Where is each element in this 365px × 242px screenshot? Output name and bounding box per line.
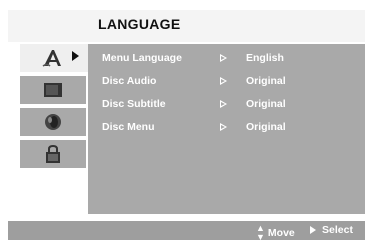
select-label: Select [322,224,353,236]
setting-value: Original [246,98,286,110]
footer-bar: ▲ ▼ Move Select [8,221,365,242]
active-tab-pointer-icon [72,51,79,61]
setting-value: Original [246,75,286,87]
arrow-right-icon [220,100,227,108]
tab-lock[interactable] [20,140,86,168]
arrow-right-icon [220,54,227,62]
settings-panel: Menu Language English Disc Audio Origina… [88,44,365,214]
page-title: LANGUAGE [98,16,181,32]
osd-screen: LANGUAGE Menu Language English Disc Audi… [6,6,365,242]
setting-row-disc-menu[interactable]: Disc Menu Original [102,121,362,137]
language-icon [40,48,66,68]
setting-label: Menu Language [102,52,182,64]
setting-label: Disc Subtitle [102,98,166,110]
play-arrow-icon [310,226,316,234]
tab-display[interactable] [20,76,86,104]
up-down-arrows-icon: ▲ ▼ [256,223,265,242]
setting-label: Disc Audio [102,75,157,87]
setting-value: English [246,52,284,64]
audio-icon [40,112,66,132]
move-label: Move [267,227,295,239]
arrow-right-icon [220,123,227,131]
select-hint: Select [310,224,353,236]
setting-row-disc-audio[interactable]: Disc Audio Original [102,75,362,91]
arrow-right-icon [220,77,227,85]
header-bar [8,10,365,42]
lock-icon [40,144,66,164]
setting-label: Disc Menu [102,121,155,133]
setting-row-disc-subtitle[interactable]: Disc Subtitle Original [102,98,362,114]
move-hint: ▲ ▼ Move [256,224,295,242]
tab-language[interactable] [20,44,88,72]
tab-audio[interactable] [20,108,86,136]
setting-row-menu-language[interactable]: Menu Language English [102,52,362,68]
display-icon [40,80,66,100]
setting-value: Original [246,121,286,133]
